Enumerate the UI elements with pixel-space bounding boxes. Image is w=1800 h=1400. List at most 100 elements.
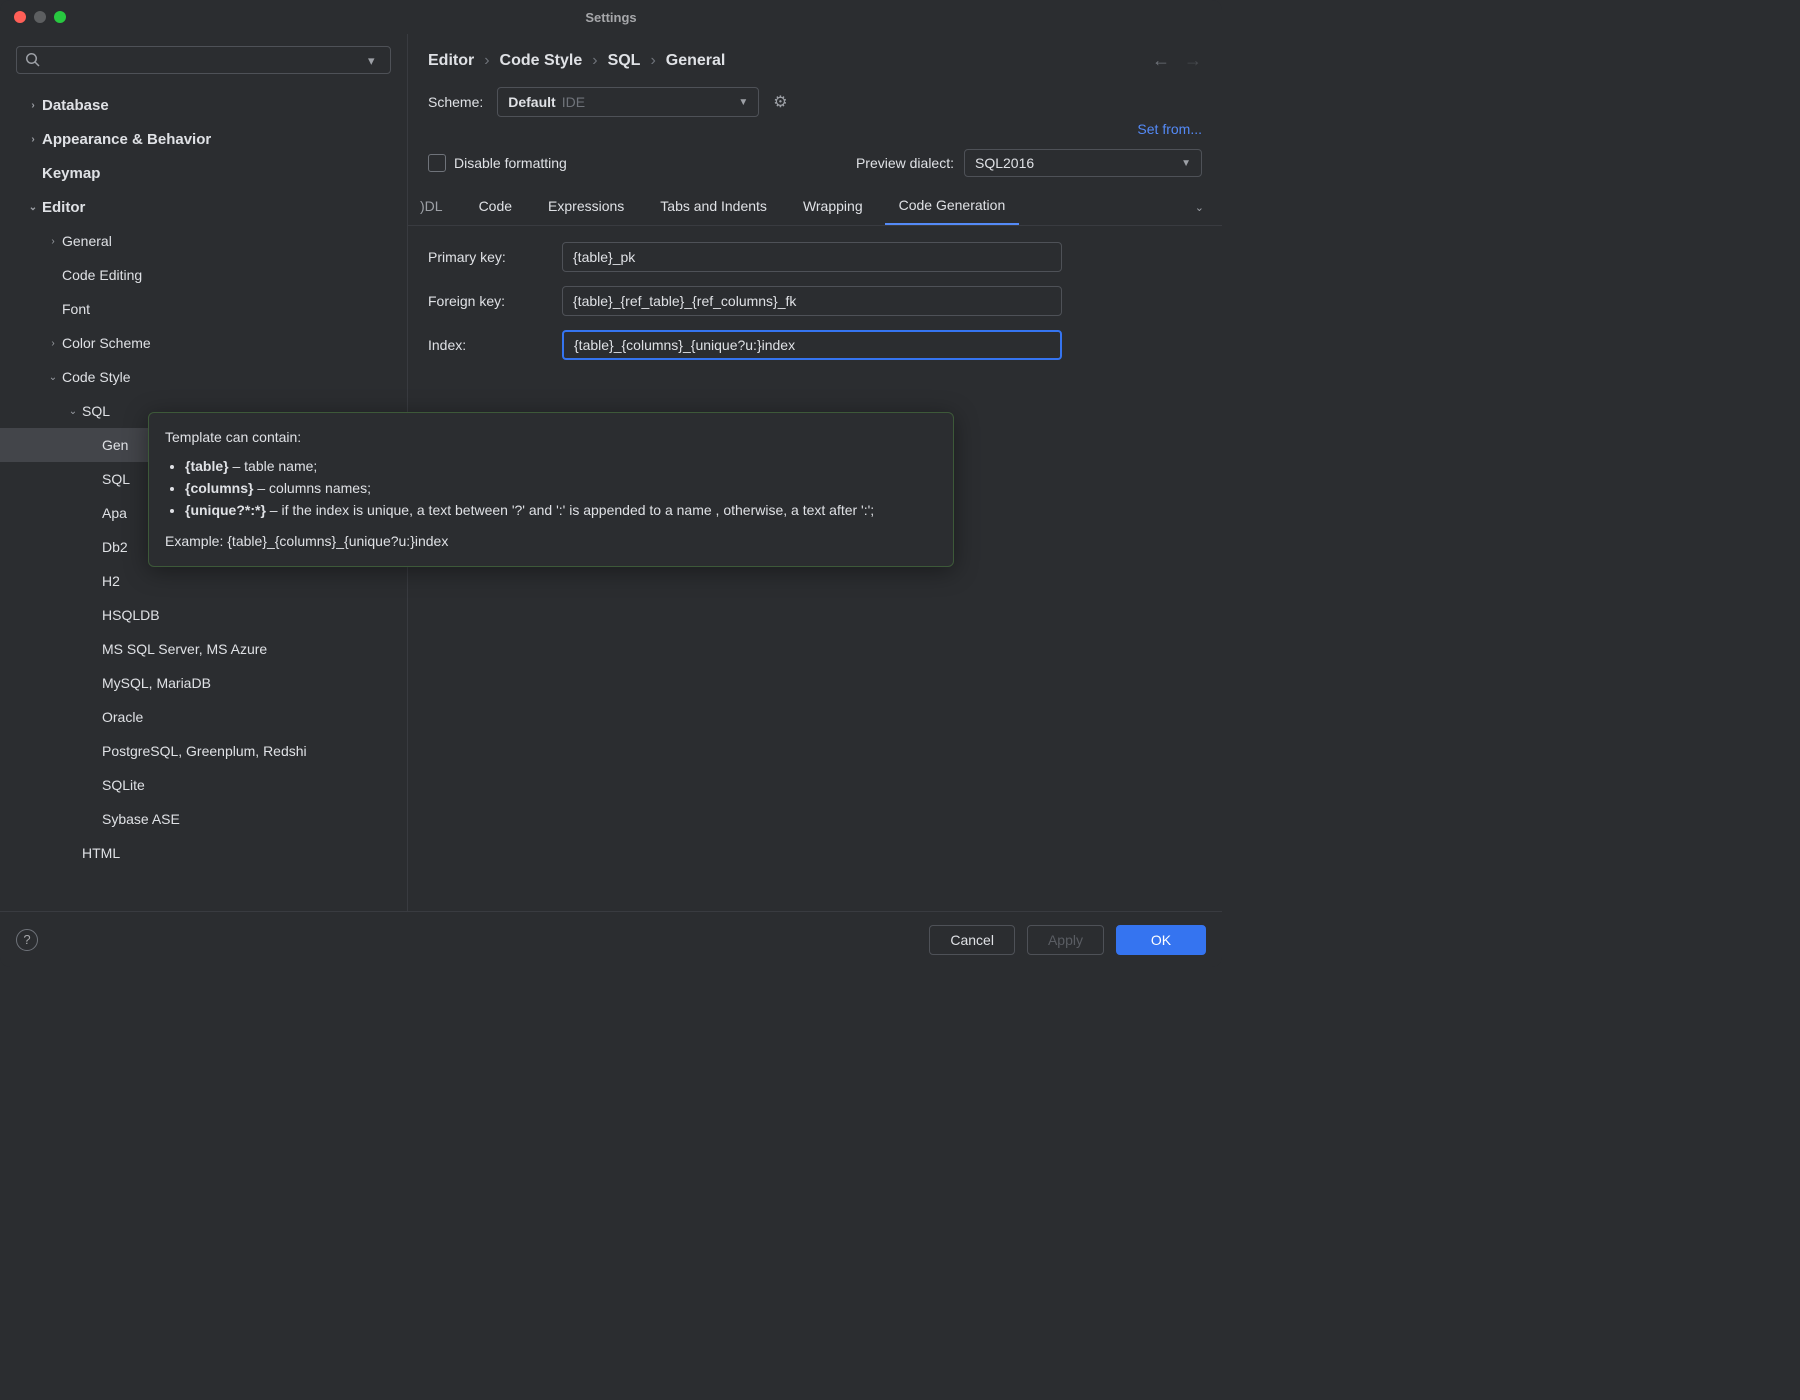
tree-item-label: Gen [102,437,128,453]
apply-button: Apply [1027,925,1104,955]
breadcrumb-item[interactable]: Code Style [500,52,583,70]
chevron-right-icon: › [44,338,62,349]
chevron-down-icon: ▼ [738,97,748,108]
sidebar-item-code-style[interactable]: ⌄Code Style [0,360,407,394]
sidebar-item-code-editing[interactable]: Code Editing [0,258,407,292]
tree-item-label: Keymap [42,165,100,182]
tree-item-label: General [62,233,112,249]
chevron-right-icon: › [44,236,62,247]
sidebar-item-oracle[interactable]: Oracle [0,700,407,734]
tabs-overflow-button[interactable]: ⌄ [1189,197,1210,218]
tree-item-label: Font [62,301,90,317]
chevron-down-icon: ▼ [1181,158,1191,169]
scheme-select[interactable]: Default IDE ▼ [497,87,759,117]
disable-formatting-label: Disable formatting [454,155,567,171]
nav-arrows: ← → [1152,50,1202,71]
cancel-button[interactable]: Cancel [929,925,1015,955]
tab-tabs-and-indents[interactable]: Tabs and Indents [646,190,781,224]
scheme-value: Default [508,94,555,110]
tabs: )DLCodeExpressionsTabs and IndentsWrappi… [408,185,1222,226]
sidebar-item-keymap[interactable]: Keymap [0,156,407,190]
tooltip-title: Template can contain: [165,427,937,448]
sidebar-item-hsqldb[interactable]: HSQLDB [0,598,407,632]
chevron-right-icon: › [592,52,597,70]
tab-wrapping[interactable]: Wrapping [789,190,877,224]
checkbox-icon [428,154,446,172]
preview-dialect-label: Preview dialect: [856,155,954,171]
primary-key-label: Primary key: [428,249,546,265]
breadcrumb-item[interactable]: Editor [428,52,474,70]
disable-formatting-checkbox[interactable]: Disable formatting [428,154,567,172]
sidebar-item-sqlite[interactable]: SQLite [0,768,407,802]
preview-dialect-value: SQL2016 [975,155,1034,171]
primary-key-input[interactable] [562,242,1062,272]
sidebar-item-general[interactable]: ›General [0,224,407,258]
search-field[interactable] [45,53,368,68]
tree-item-label: MS SQL Server, MS Azure [102,641,267,657]
chevron-down-icon: ⌄ [64,406,82,417]
tree-item-label: HSQLDB [102,607,160,623]
tree-item-label: Code Style [62,369,130,385]
ok-button[interactable]: OK [1116,925,1206,955]
tree-item-label: Db2 [102,539,128,555]
tree-item-label: Sybase ASE [102,811,180,827]
tree-item-label: Editor [42,199,85,216]
sidebar-item-html[interactable]: HTML [0,836,407,870]
tooltip-item: {unique?*:*} – if the index is unique, a… [185,500,937,521]
tree-item-label: Color Scheme [62,335,151,351]
chevron-right-icon: › [650,52,655,70]
search-input[interactable]: ▾ [16,46,391,74]
tab-partial[interactable]: )DL [418,190,457,224]
sidebar-item-font[interactable]: Font [0,292,407,326]
index-label: Index: [428,337,546,353]
tree-item-label: Apa [102,505,127,521]
chevron-right-icon: › [484,52,489,70]
chevron-down-icon: ⌄ [24,202,42,213]
chevron-right-icon: › [24,134,42,145]
gear-icon[interactable]: ⚙ [773,92,787,112]
scheme-label: Scheme: [428,94,483,110]
tooltip-list: {table} – table name;{columns} – columns… [165,456,937,521]
chevron-down-icon: ⌄ [44,372,62,383]
sidebar-item-ms-sql-server-ms-azure[interactable]: MS SQL Server, MS Azure [0,632,407,666]
window-title: Settings [0,10,1222,25]
sidebar-item-postgresql-greenplum-redshi[interactable]: PostgreSQL, Greenplum, Redshi [0,734,407,768]
template-tooltip: Template can contain: {table} – table na… [148,412,954,567]
breadcrumb-item[interactable]: SQL [608,52,641,70]
sidebar-item-mysql-mariadb[interactable]: MySQL, MariaDB [0,666,407,700]
tree-item-label: SQL [102,471,130,487]
sidebar-item-database[interactable]: ›Database [0,88,407,122]
scheme-badge: IDE [562,94,585,110]
chevron-right-icon: › [24,100,42,111]
breadcrumb-item[interactable]: General [666,52,726,70]
tree-item-label: MySQL, MariaDB [102,675,211,691]
sidebar-item-h2[interactable]: H2 [0,564,407,598]
tooltip-item: {table} – table name; [185,456,937,477]
dropdown-icon[interactable]: ▾ [368,53,382,67]
tooltip-item: {columns} – columns names; [185,478,937,499]
sidebar-item-editor[interactable]: ⌄Editor [0,190,407,224]
foreign-key-input[interactable] [562,286,1062,316]
set-from-link[interactable]: Set from... [1137,121,1202,137]
tab-expressions[interactable]: Expressions [534,190,638,224]
tree-item-label: Database [42,97,109,114]
index-input[interactable] [562,330,1062,360]
titlebar: Settings [0,0,1222,34]
preview-dialect-select[interactable]: SQL2016 ▼ [964,149,1202,177]
tab-code-generation[interactable]: Code Generation [885,189,1020,226]
sidebar-item-sybase-ase[interactable]: Sybase ASE [0,802,407,836]
back-button[interactable]: ← [1152,50,1170,71]
tab-code[interactable]: Code [465,190,526,224]
tree-item-label: SQLite [102,777,145,793]
help-button[interactable]: ? [16,929,38,951]
foreign-key-label: Foreign key: [428,293,546,309]
tree-item-label: SQL [82,403,110,419]
forward-button: → [1184,50,1202,71]
sidebar-item-appearance-behavior[interactable]: ›Appearance & Behavior [0,122,407,156]
search-icon [25,52,41,68]
tree-item-label: PostgreSQL, Greenplum, Redshi [102,743,307,759]
tree-item-label: HTML [82,845,120,861]
tooltip-example: Example: {table}_{columns}_{unique?u:}in… [165,531,937,552]
footer: ? Cancel Apply OK [0,911,1222,967]
sidebar-item-color-scheme[interactable]: ›Color Scheme [0,326,407,360]
